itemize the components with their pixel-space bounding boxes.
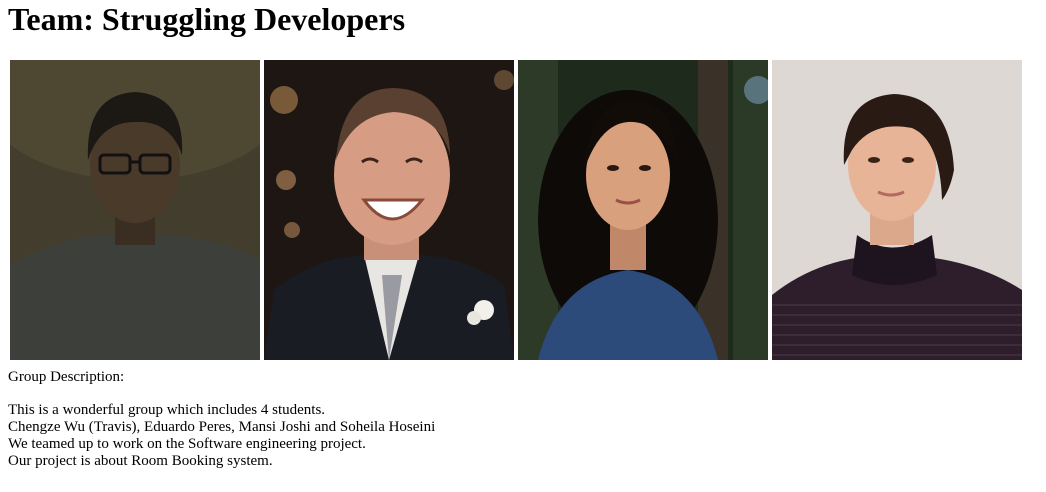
description-line: This is a wonderful group which includes… (8, 402, 326, 418)
description-line: We teamed up to work on the Software eng… (8, 436, 366, 452)
page: Team: Struggling Developers Group Descri… (0, 0, 1046, 492)
group-description-text: This is a wonderful group which includes… (8, 402, 435, 470)
member-photo-2 (264, 60, 514, 360)
description-line: Our project is about Room Booking system… (8, 453, 273, 469)
page-title: Team: Struggling Developers (8, 1, 406, 37)
description-line: Chengze Wu (Travis), Eduardo Peres, Mans… (8, 419, 436, 435)
member-photo-3 (518, 60, 768, 360)
team-photo-gallery (10, 60, 1022, 360)
member-photo-4 (772, 60, 1022, 360)
group-description-label: Group Description: (8, 369, 125, 385)
member-photo-1 (10, 60, 260, 360)
